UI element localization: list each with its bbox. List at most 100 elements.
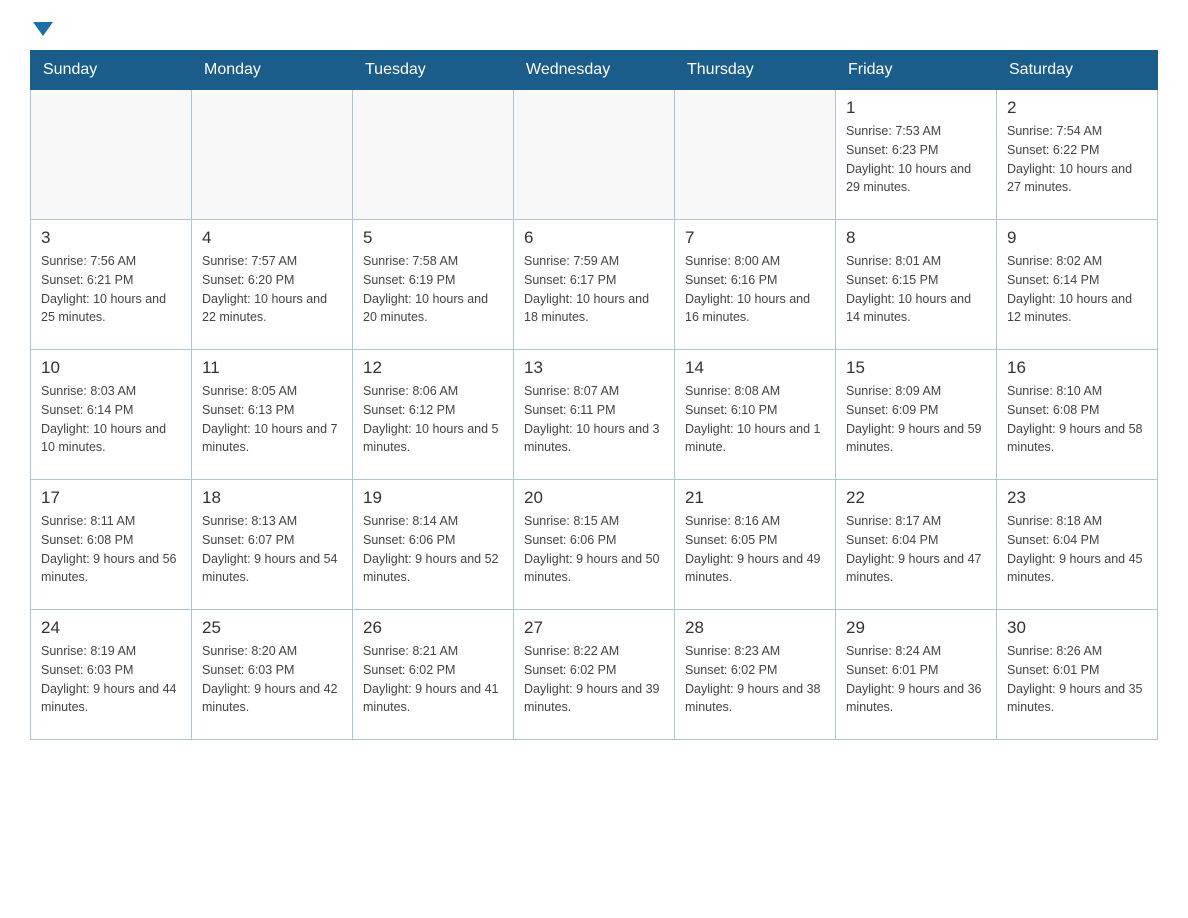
calendar-cell: 4 Sunrise: 7:57 AMSunset: 6:20 PMDaylight…	[192, 220, 353, 350]
day-number: 16	[1007, 358, 1147, 378]
calendar-cell: 5Sunrise: 7:58 AMSunset: 6:19 PMDaylight…	[353, 220, 514, 350]
calendar-cell: 16 Sunrise: 8:10 AMSunset: 6:08 PMDayligh…	[997, 350, 1158, 480]
day-number: 20	[524, 488, 664, 508]
day-info: Sunrise: 7:58 AMSunset: 6:19 PMDaylight:…	[363, 252, 503, 327]
day-info: Sunrise: 8:15 AMSunset: 6:06 PMDaylight:…	[524, 512, 664, 587]
calendar-week-row: 17 Sunrise: 8:11 AMSunset: 6:08 PMDayligh…	[31, 480, 1158, 610]
day-info: Sunrise: 8:02 AMSunset: 6:14 PMDaylight:…	[1007, 252, 1147, 327]
page-header	[30, 20, 1158, 32]
calendar-cell: 20 Sunrise: 8:15 AMSunset: 6:06 PMDayligh…	[514, 480, 675, 610]
calendar-cell	[31, 90, 192, 220]
day-number: 6	[524, 228, 664, 248]
day-number: 1	[846, 98, 986, 118]
day-number: 4	[202, 228, 342, 248]
weekday-header-wednesday: Wednesday	[514, 51, 675, 90]
calendar-week-row: 24 Sunrise: 8:19 AMSunset: 6:03 PMDayligh…	[31, 610, 1158, 740]
day-number: 27	[524, 618, 664, 638]
day-info: Sunrise: 8:08 AMSunset: 6:10 PMDaylight:…	[685, 382, 825, 457]
day-info: Sunrise: 7:53 AMSunset: 6:23 PMDaylight:…	[846, 122, 986, 197]
day-info: Sunrise: 8:21 AMSunset: 6:02 PMDaylight:…	[363, 642, 503, 717]
day-number: 15	[846, 358, 986, 378]
calendar-cell: 19 Sunrise: 8:14 AMSunset: 6:06 PMDayligh…	[353, 480, 514, 610]
weekday-header-friday: Friday	[836, 51, 997, 90]
calendar-cell: 30Sunrise: 8:26 AMSunset: 6:01 PMDayligh…	[997, 610, 1158, 740]
calendar-week-row: 1 Sunrise: 7:53 AMSunset: 6:23 PMDaylight…	[31, 90, 1158, 220]
weekday-header-tuesday: Tuesday	[353, 51, 514, 90]
day-info: Sunrise: 8:16 AMSunset: 6:05 PMDaylight:…	[685, 512, 825, 587]
calendar-week-row: 10 Sunrise: 8:03 AMSunset: 6:14 PMDayligh…	[31, 350, 1158, 480]
calendar-cell: 26 Sunrise: 8:21 AMSunset: 6:02 PMDayligh…	[353, 610, 514, 740]
day-info: Sunrise: 7:57 AMSunset: 6:20 PMDaylight:…	[202, 252, 342, 327]
day-number: 7	[685, 228, 825, 248]
day-info: Sunrise: 7:54 AMSunset: 6:22 PMDaylight:…	[1007, 122, 1147, 197]
weekday-header-saturday: Saturday	[997, 51, 1158, 90]
day-info: Sunrise: 7:56 AMSunset: 6:21 PMDaylight:…	[41, 252, 181, 327]
day-number: 17	[41, 488, 181, 508]
day-number: 9	[1007, 228, 1147, 248]
day-number: 28	[685, 618, 825, 638]
calendar-cell: 14 Sunrise: 8:08 AMSunset: 6:10 PMDayligh…	[675, 350, 836, 480]
calendar-cell: 21 Sunrise: 8:16 AMSunset: 6:05 PMDayligh…	[675, 480, 836, 610]
calendar-cell: 17 Sunrise: 8:11 AMSunset: 6:08 PMDayligh…	[31, 480, 192, 610]
day-info: Sunrise: 8:23 AMSunset: 6:02 PMDaylight:…	[685, 642, 825, 717]
day-number: 30	[1007, 618, 1147, 638]
calendar-week-row: 3 Sunrise: 7:56 AMSunset: 6:21 PMDaylight…	[31, 220, 1158, 350]
calendar-cell: 11Sunrise: 8:05 AMSunset: 6:13 PMDayligh…	[192, 350, 353, 480]
day-info: Sunrise: 8:19 AMSunset: 6:03 PMDaylight:…	[41, 642, 181, 717]
day-info: Sunrise: 8:10 AMSunset: 6:08 PMDaylight:…	[1007, 382, 1147, 457]
weekday-header-thursday: Thursday	[675, 51, 836, 90]
calendar-cell: 24 Sunrise: 8:19 AMSunset: 6:03 PMDayligh…	[31, 610, 192, 740]
day-info: Sunrise: 8:00 AMSunset: 6:16 PMDaylight:…	[685, 252, 825, 327]
day-number: 21	[685, 488, 825, 508]
day-number: 14	[685, 358, 825, 378]
logo	[30, 20, 53, 32]
day-info: Sunrise: 8:11 AMSunset: 6:08 PMDaylight:…	[41, 512, 181, 587]
day-number: 8	[846, 228, 986, 248]
day-number: 12	[363, 358, 503, 378]
day-info: Sunrise: 8:20 AMSunset: 6:03 PMDaylight:…	[202, 642, 342, 717]
calendar-cell: 25 Sunrise: 8:20 AMSunset: 6:03 PMDayligh…	[192, 610, 353, 740]
day-info: Sunrise: 8:24 AMSunset: 6:01 PMDaylight:…	[846, 642, 986, 717]
calendar-cell: 13 Sunrise: 8:07 AMSunset: 6:11 PMDayligh…	[514, 350, 675, 480]
logo-general	[30, 20, 53, 34]
logo-arrow-icon	[33, 22, 53, 36]
day-number: 23	[1007, 488, 1147, 508]
day-number: 29	[846, 618, 986, 638]
day-info: Sunrise: 8:06 AMSunset: 6:12 PMDaylight:…	[363, 382, 503, 457]
weekday-header-sunday: Sunday	[31, 51, 192, 90]
calendar-cell: 28 Sunrise: 8:23 AMSunset: 6:02 PMDayligh…	[675, 610, 836, 740]
calendar-cell	[353, 90, 514, 220]
calendar-cell: 6Sunrise: 7:59 AMSunset: 6:17 PMDaylight…	[514, 220, 675, 350]
calendar-cell: 2Sunrise: 7:54 AMSunset: 6:22 PMDaylight…	[997, 90, 1158, 220]
day-number: 11	[202, 358, 342, 378]
day-info: Sunrise: 8:13 AMSunset: 6:07 PMDaylight:…	[202, 512, 342, 587]
day-info: Sunrise: 8:18 AMSunset: 6:04 PMDaylight:…	[1007, 512, 1147, 587]
day-info: Sunrise: 8:17 AMSunset: 6:04 PMDaylight:…	[846, 512, 986, 587]
day-number: 24	[41, 618, 181, 638]
day-number: 19	[363, 488, 503, 508]
day-info: Sunrise: 8:03 AMSunset: 6:14 PMDaylight:…	[41, 382, 181, 457]
calendar-cell: 10 Sunrise: 8:03 AMSunset: 6:14 PMDayligh…	[31, 350, 192, 480]
day-number: 26	[363, 618, 503, 638]
day-info: Sunrise: 8:14 AMSunset: 6:06 PMDaylight:…	[363, 512, 503, 587]
calendar-table: SundayMondayTuesdayWednesdayThursdayFrid…	[30, 50, 1158, 740]
calendar-cell	[192, 90, 353, 220]
calendar-cell: 12 Sunrise: 8:06 AMSunset: 6:12 PMDayligh…	[353, 350, 514, 480]
calendar-cell: 9 Sunrise: 8:02 AMSunset: 6:14 PMDaylight…	[997, 220, 1158, 350]
day-info: Sunrise: 8:09 AMSunset: 6:09 PMDaylight:…	[846, 382, 986, 457]
calendar-cell: 8 Sunrise: 8:01 AMSunset: 6:15 PMDaylight…	[836, 220, 997, 350]
day-info: Sunrise: 8:01 AMSunset: 6:15 PMDaylight:…	[846, 252, 986, 327]
calendar-cell: 3 Sunrise: 7:56 AMSunset: 6:21 PMDaylight…	[31, 220, 192, 350]
calendar-header-row: SundayMondayTuesdayWednesdayThursdayFrid…	[31, 51, 1158, 90]
day-info: Sunrise: 8:07 AMSunset: 6:11 PMDaylight:…	[524, 382, 664, 457]
calendar-cell: 29 Sunrise: 8:24 AMSunset: 6:01 PMDayligh…	[836, 610, 997, 740]
day-number: 13	[524, 358, 664, 378]
calendar-cell: 22 Sunrise: 8:17 AMSunset: 6:04 PMDayligh…	[836, 480, 997, 610]
day-number: 3	[41, 228, 181, 248]
calendar-cell: 1 Sunrise: 7:53 AMSunset: 6:23 PMDaylight…	[836, 90, 997, 220]
day-number: 22	[846, 488, 986, 508]
calendar-cell: 7 Sunrise: 8:00 AMSunset: 6:16 PMDaylight…	[675, 220, 836, 350]
calendar-cell	[514, 90, 675, 220]
day-number: 25	[202, 618, 342, 638]
day-number: 10	[41, 358, 181, 378]
